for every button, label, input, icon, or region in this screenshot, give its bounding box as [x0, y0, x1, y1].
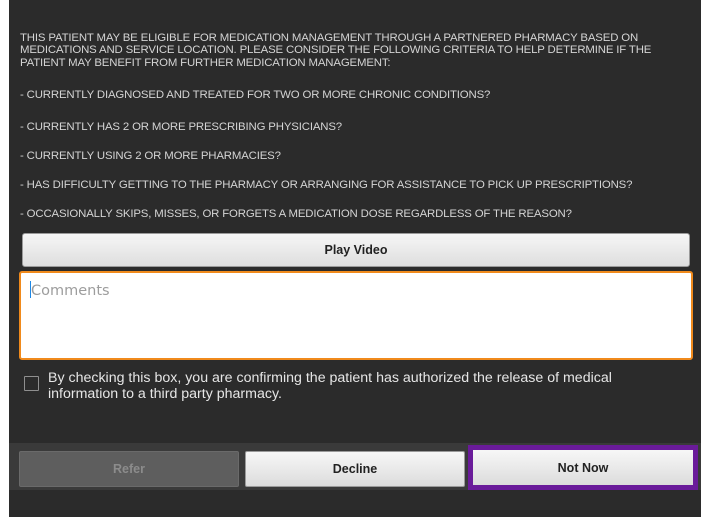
action-bar: Refer Decline Not Now — [9, 443, 701, 490]
decline-button[interactable]: Decline — [245, 451, 465, 487]
criterion-missed-doses: - OCCASIONALLY SKIPS, MISSES, OR FORGETS… — [20, 208, 572, 220]
refer-button[interactable]: Refer — [19, 451, 239, 487]
not-now-focus-highlight: Not Now — [468, 445, 698, 490]
criterion-chronic-conditions: - CURRENTLY DIAGNOSED AND TREATED FOR TW… — [20, 89, 491, 101]
comments-input[interactable]: Comments — [19, 271, 693, 360]
not-now-button[interactable]: Not Now — [473, 450, 693, 485]
criterion-pharmacy-access: - HAS DIFFICULTY GETTING TO THE PHARMACY… — [20, 179, 633, 191]
criterion-prescribing-physicians: - CURRENTLY HAS 2 OR MORE PRESCRIBING PH… — [20, 121, 342, 133]
play-video-button[interactable]: Play Video — [22, 233, 690, 267]
eligibility-intro-text: THIS PATIENT MAY BE ELIGIBLE FOR MEDICAT… — [20, 32, 652, 69]
comments-placeholder: Comments — [31, 283, 110, 299]
criterion-multiple-pharmacies: - CURRENTLY USING 2 OR MORE PHARMACIES? — [20, 150, 281, 162]
consent-checkbox[interactable] — [24, 376, 39, 391]
consent-label[interactable]: By checking this box, you are confirming… — [48, 370, 678, 402]
medication-management-dialog: THIS PATIENT MAY BE ELIGIBLE FOR MEDICAT… — [9, 0, 701, 517]
